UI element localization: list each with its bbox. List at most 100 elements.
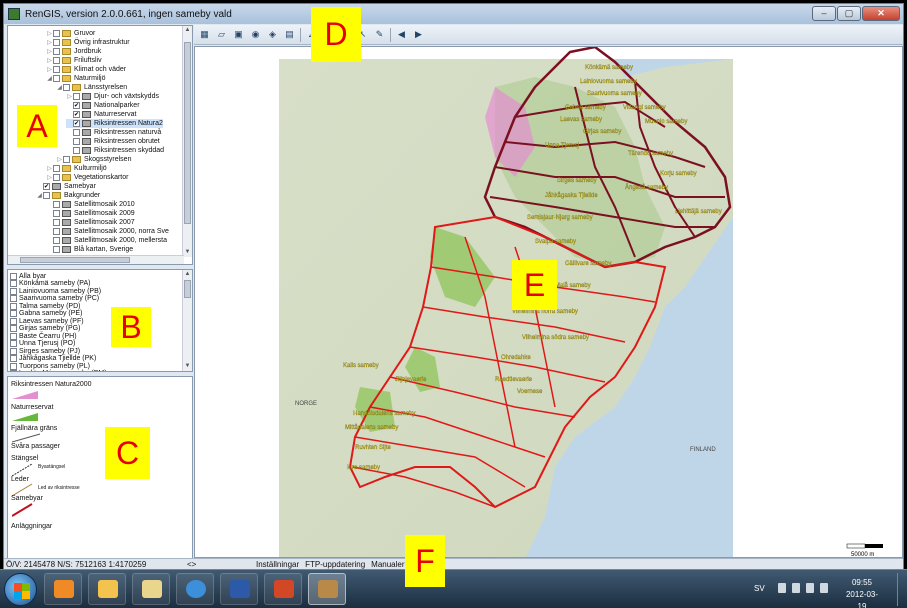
- layer-checkbox[interactable]: [63, 84, 70, 91]
- layer-tree-item[interactable]: ▷ Gruvor: [46, 29, 95, 38]
- layer-tree-item[interactable]: ✔ Samebyar: [36, 182, 96, 191]
- layer-checkbox[interactable]: [53, 39, 60, 46]
- layer-checkbox[interactable]: [73, 147, 80, 154]
- minimize-button[interactable]: –: [812, 6, 836, 21]
- layer-tree-item[interactable]: Satellitmosaik 2000, mellersta: [46, 236, 167, 245]
- layer-checkbox[interactable]: ✔: [73, 102, 80, 109]
- layer-checkbox[interactable]: [53, 210, 60, 217]
- layer-tree-item[interactable]: ✔ Riksintressen Natura2: [66, 119, 163, 128]
- expander-icon[interactable]: ◢: [36, 192, 43, 199]
- layer-tree-scrollbar[interactable]: ▲ ▼: [182, 26, 192, 257]
- layer-tree-item[interactable]: ▷ Övrig infrastruktur: [46, 38, 130, 47]
- scroll-thumb[interactable]: [184, 42, 191, 224]
- layer-checkbox[interactable]: ✔: [73, 111, 80, 118]
- layer-checkbox[interactable]: [53, 57, 60, 64]
- layer-checkbox[interactable]: [73, 138, 80, 145]
- taskbar-powerpoint[interactable]: [264, 573, 302, 605]
- layer-checkbox[interactable]: [53, 165, 60, 172]
- open-folder-icon[interactable]: ▱: [215, 28, 228, 41]
- title-bar[interactable]: RenGIS, version 2.0.0.661, ingen sameby …: [4, 4, 903, 24]
- layer-checkbox[interactable]: [53, 237, 60, 244]
- network-icon[interactable]: [792, 583, 800, 593]
- expander-icon[interactable]: ▷: [46, 165, 53, 172]
- layer-tree-item[interactable]: ▷ Friluftsliv: [46, 56, 102, 65]
- layer-checkbox[interactable]: ✔: [73, 120, 80, 127]
- layer-tree-item[interactable]: ◢ Länsstyrelsen: [56, 83, 127, 92]
- volume-icon[interactable]: [820, 583, 828, 593]
- tab-installningar[interactable]: Inställningar: [256, 560, 299, 569]
- tab-ftp-uppdatering[interactable]: FTP-uppdatering: [305, 560, 365, 569]
- sameby-checkbox[interactable]: [10, 310, 17, 317]
- expander-icon[interactable]: ◢: [46, 75, 53, 82]
- sameby-checkbox[interactable]: [10, 370, 17, 371]
- layer-tree-item[interactable]: Riksintressen skyddad: [66, 146, 164, 155]
- layer-tree-item[interactable]: ◢ Naturmiljö: [46, 74, 106, 83]
- power-icon[interactable]: [806, 583, 814, 593]
- layer-tree-item[interactable]: Satellitmosaik 2009: [46, 209, 135, 218]
- scroll-down-icon[interactable]: ▼: [183, 248, 192, 257]
- layer-checkbox[interactable]: [53, 228, 60, 235]
- layer-checkbox[interactable]: ✔: [43, 183, 50, 190]
- layer-checkbox[interactable]: [73, 93, 80, 100]
- layer-tree-item[interactable]: ▷ Jordbruk: [46, 47, 101, 56]
- expander-icon[interactable]: ◢: [56, 84, 63, 91]
- expander-icon[interactable]: ▷: [46, 66, 53, 73]
- expander-icon[interactable]: ▷: [46, 30, 53, 37]
- layer-tree-item[interactable]: Blå kartan, Sverige: [46, 245, 133, 254]
- taskbar-explorer[interactable]: [132, 573, 170, 605]
- print-icon[interactable]: ▤: [283, 28, 296, 41]
- clock[interactable]: 09:55 2012-03-19: [842, 577, 882, 608]
- layer-checkbox[interactable]: [53, 75, 60, 82]
- sameby-checkbox[interactable]: [10, 362, 17, 370]
- edit-icon[interactable]: ✎: [373, 28, 386, 41]
- layer-tree-item[interactable]: ◢ Bakgrunder: [36, 191, 100, 200]
- pager-arrows[interactable]: <>: [187, 560, 196, 569]
- taskbar-rengis[interactable]: [308, 573, 346, 605]
- sameby-list-item[interactable]: Luokta-Mávas sameby (PM): [10, 370, 107, 371]
- layer-tree-item[interactable]: ▷ Vegetationskartor: [46, 173, 128, 182]
- language-indicator[interactable]: SV: [754, 584, 765, 593]
- sameby-checkbox[interactable]: [10, 347, 17, 355]
- layers-icon[interactable]: ◈: [266, 28, 279, 41]
- layer-tree-item[interactable]: Satellitmosaik 2000, norra Sve: [46, 227, 169, 236]
- taskbar-media-player[interactable]: [44, 573, 82, 605]
- tray-arrow-icon[interactable]: [778, 583, 786, 593]
- sameby-checkbox[interactable]: [10, 287, 17, 295]
- scroll-thumb[interactable]: [184, 280, 191, 298]
- sameby-list-scrollbar[interactable]: ▲ ▼: [182, 270, 192, 371]
- layer-tree-item[interactable]: Satellitmosaik 2010: [46, 200, 135, 209]
- scroll-down-icon[interactable]: ▼: [183, 362, 192, 371]
- globe-icon[interactable]: ◉: [249, 28, 262, 41]
- maximize-button[interactable]: ▢: [837, 6, 861, 21]
- start-button[interactable]: [4, 573, 37, 606]
- save-icon[interactable]: ▣: [232, 28, 245, 41]
- sameby-checkbox[interactable]: [10, 340, 17, 347]
- layer-tree-hscrollbar[interactable]: [8, 255, 184, 264]
- layer-checkbox[interactable]: [53, 30, 60, 37]
- expander-icon[interactable]: ▷: [66, 93, 73, 100]
- layer-checkbox[interactable]: [53, 201, 60, 208]
- expander-icon[interactable]: ▷: [46, 57, 53, 64]
- forward-icon[interactable]: ▶: [412, 28, 425, 41]
- back-icon[interactable]: ◀: [395, 28, 408, 41]
- layer-tree-item[interactable]: ▷ Klimat och väder: [46, 65, 126, 74]
- layer-checkbox[interactable]: [53, 66, 60, 73]
- layer-checkbox[interactable]: [53, 246, 60, 253]
- layer-tree-item[interactable]: ▷ Kulturmiljö: [46, 164, 107, 173]
- tab-manualer[interactable]: Manualer: [371, 560, 404, 569]
- layer-checkbox[interactable]: [53, 219, 60, 226]
- layer-tree-item[interactable]: ▷ Skogsstyrelsen: [56, 155, 131, 164]
- scroll-up-icon[interactable]: ▲: [183, 26, 192, 35]
- show-desktop-button[interactable]: [897, 573, 907, 606]
- layer-checkbox[interactable]: [53, 174, 60, 181]
- layer-checkbox[interactable]: [43, 192, 50, 199]
- sameby-checkbox[interactable]: [10, 272, 17, 280]
- layer-checkbox[interactable]: [73, 129, 80, 136]
- expander-icon[interactable]: ▷: [46, 39, 53, 46]
- expander-icon[interactable]: ▷: [46, 48, 53, 55]
- layer-tree-item[interactable]: ✔ Nationalparker: [66, 101, 140, 110]
- expander-icon[interactable]: ▷: [46, 174, 53, 181]
- close-button[interactable]: ✕: [862, 6, 900, 21]
- sameby-checkbox[interactable]: [10, 280, 17, 287]
- sameby-checkbox[interactable]: [10, 355, 17, 362]
